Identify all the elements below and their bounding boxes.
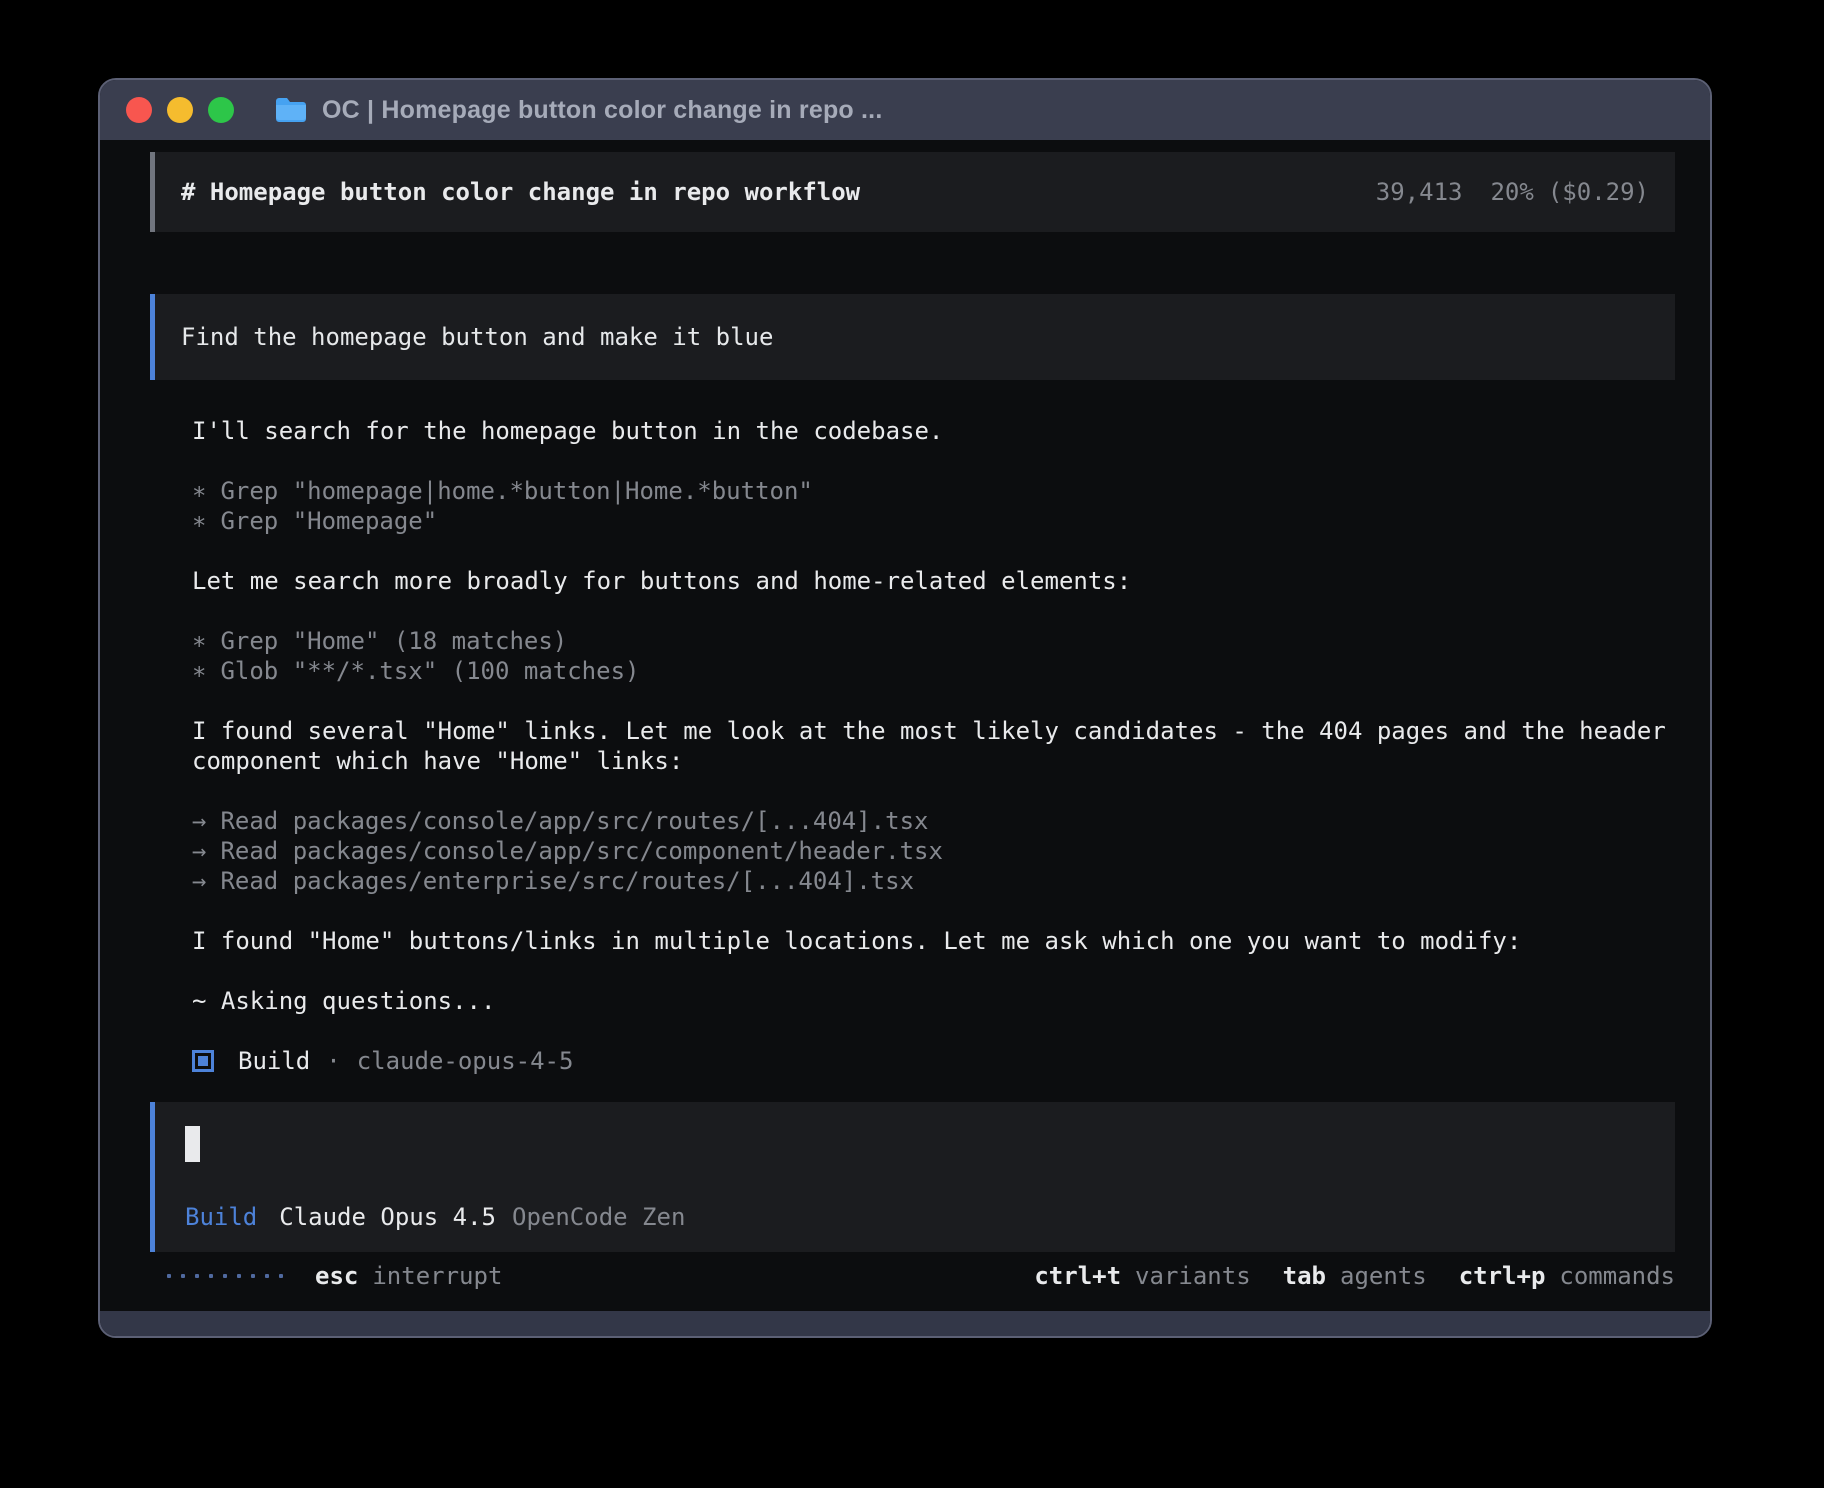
line-text: I'll search for the homepage button in t…: [192, 417, 943, 445]
tool-call-line: ∗ Grep "homepage|home.*button|Home.*butto…: [192, 476, 1672, 506]
shortcut-label: agents: [1340, 1261, 1427, 1291]
transcript: I'll search for the homepage button in t…: [192, 416, 1675, 1016]
shortcut-hint-agents: tab agents: [1283, 1261, 1427, 1291]
mode-label: Build: [185, 1202, 257, 1232]
spinner-dot: [223, 1274, 227, 1278]
tool-asterisk-icon: ∗: [192, 626, 206, 656]
tool-asterisk-icon: ∗: [192, 476, 206, 506]
agent-name: Build: [238, 1046, 310, 1076]
tool-call-line: → Read packages/console/app/src/component…: [192, 836, 1672, 866]
context-percent: 20%: [1490, 177, 1533, 207]
provider-label: OpenCode Zen: [512, 1202, 685, 1232]
line-text: Grep "Home" (18 matches): [220, 627, 567, 655]
build-agent-icon: [192, 1050, 214, 1072]
session-header: # Homepage button color change in repo w…: [150, 152, 1675, 232]
folder-icon: [274, 96, 308, 124]
session-title: # Homepage button color change in repo w…: [181, 177, 860, 207]
spinner-dot: [195, 1274, 199, 1278]
input-meta-row: Build Claude Opus 4.5 OpenCode Zen: [185, 1202, 1649, 1232]
session-cost: ($0.29): [1548, 177, 1649, 207]
assistant-text-line: ~ Asking questions...: [192, 986, 1672, 1016]
spinner-dot: [209, 1274, 213, 1278]
spinner-dot: [251, 1274, 255, 1278]
line-text: Let me search more broadly for buttons a…: [192, 567, 1131, 595]
model-label: Claude Opus 4.5: [279, 1202, 496, 1232]
spinner-dot: [167, 1274, 171, 1278]
line-text: Read packages/console/app/src/routes/[..…: [220, 807, 928, 835]
assistant-text-line: Let me search more broadly for buttons a…: [192, 566, 1672, 596]
tool-asterisk-icon: ∗: [192, 506, 206, 536]
spinner-dot: [181, 1274, 185, 1278]
tool-call-line: ∗ Grep "Homepage": [192, 506, 1672, 536]
terminal-content: # Homepage button color change in repo w…: [100, 140, 1710, 1311]
desktop: OC | Homepage button color change in rep…: [0, 0, 1824, 1488]
user-message-text: Find the homepage button and make it blu…: [181, 323, 773, 351]
tool-asterisk-icon: ∗: [192, 656, 206, 686]
agent-model-id: claude-opus-4-5: [357, 1046, 574, 1076]
shortcut-key: ctrl+p: [1459, 1261, 1546, 1291]
zoom-button[interactable]: [208, 97, 234, 123]
window-bottom-strip: [100, 1311, 1710, 1336]
assistant-text-line: I found several "Home" links. Let me loo…: [192, 716, 1672, 776]
shortcut-hint-commands: ctrl+p commands: [1459, 1261, 1675, 1291]
spinner-dots-icon: [167, 1274, 283, 1278]
status-bar-right: ctrl+t variants tab agents ctrl+p commands: [1002, 1261, 1675, 1291]
status-bar: esc interrupt ctrl+tvariantstabagentsctr…: [150, 1261, 1675, 1291]
spinner-dot: [237, 1274, 241, 1278]
shortcut-label: commands: [1559, 1261, 1675, 1291]
window-title: OC | Homepage button color change in rep…: [322, 96, 882, 125]
tool-call-line: → Read packages/enterprise/src/routes/[..…: [192, 866, 1672, 896]
shortcut-key: tab: [1283, 1261, 1326, 1291]
close-button[interactable]: [126, 97, 152, 123]
terminal-window: OC | Homepage button color change in rep…: [98, 78, 1712, 1338]
user-message: Find the homepage button and make it blu…: [150, 294, 1675, 380]
line-text: Glob "**/*.tsx" (100 matches): [220, 657, 639, 685]
status-bar-left: esc interrupt: [167, 1261, 502, 1291]
esc-key-label: interrupt: [372, 1261, 502, 1291]
shortcut-hint-variants: ctrl+t variants: [1034, 1261, 1250, 1291]
line-text: Read packages/console/app/src/component/…: [220, 837, 942, 865]
titlebar[interactable]: OC | Homepage button color change in rep…: [100, 80, 1710, 140]
minimize-button[interactable]: [167, 97, 193, 123]
session-meta: 39,413 20% ($0.29): [1376, 177, 1649, 207]
line-text: Grep "homepage|home.*button|Home.*button…: [220, 477, 812, 505]
tool-call-line: ∗ Grep "Home" (18 matches): [192, 626, 1672, 656]
prompt-input[interactable]: Build Claude Opus 4.5 OpenCode Zen: [150, 1102, 1675, 1252]
tool-call-line: ∗ Glob "**/*.tsx" (100 matches): [192, 656, 1672, 686]
shortcut-key: ctrl+t: [1034, 1261, 1121, 1291]
line-text: Read packages/enterprise/src/routes/[...…: [220, 867, 914, 895]
line-text: I found several "Home" links. Let me loo…: [192, 717, 1666, 775]
read-arrow-icon: →: [192, 866, 206, 896]
tool-call-line: → Read packages/console/app/src/routes/[.…: [192, 806, 1672, 836]
read-arrow-icon: →: [192, 836, 206, 866]
shortcut-label: variants: [1135, 1261, 1251, 1291]
agent-separator: ·: [326, 1046, 340, 1076]
spinner-dot: [279, 1274, 283, 1278]
spinner-dot: [265, 1274, 269, 1278]
line-text: I found "Home" buttons/links in multiple…: [192, 927, 1521, 955]
read-arrow-icon: →: [192, 806, 206, 836]
traffic-lights: [126, 97, 234, 123]
line-text: Grep "Homepage": [220, 507, 437, 535]
assistant-text-line: I'll search for the homepage button in t…: [192, 416, 1672, 446]
token-count: 39,413: [1376, 177, 1463, 207]
esc-key-hint: esc: [315, 1261, 358, 1291]
agent-status-line: Build · claude-opus-4-5: [192, 1046, 1675, 1076]
assistant-text-line: I found "Home" buttons/links in multiple…: [192, 926, 1672, 956]
text-cursor: [185, 1126, 200, 1162]
line-text: ~ Asking questions...: [192, 987, 495, 1015]
